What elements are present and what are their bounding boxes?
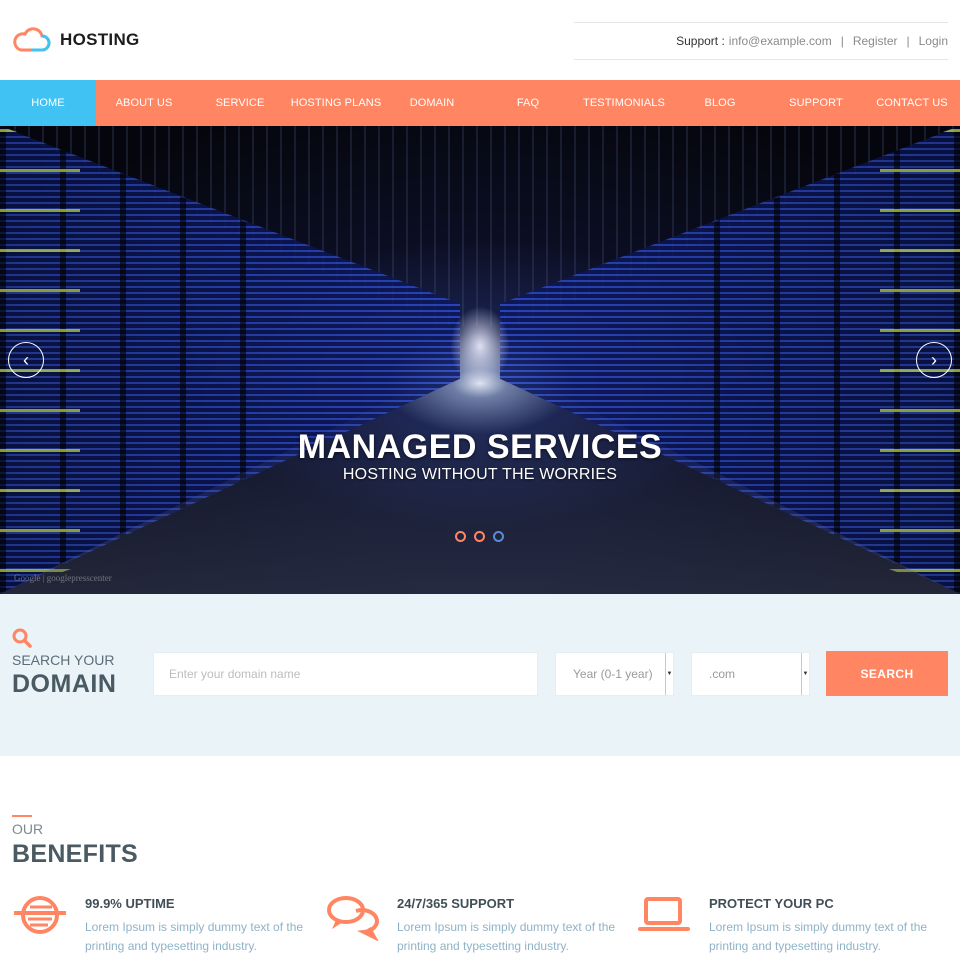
nav-item-testimonials[interactable]: TESTIMONIALS (576, 80, 672, 126)
main-nav: HOME ABOUT US SERVICE HOSTING PLANS DOMA… (0, 80, 960, 126)
slider-pagination (455, 531, 504, 542)
benefits-subtitle: OUR (12, 821, 44, 837)
nav-item-service[interactable]: SERVICE (192, 80, 288, 126)
benefit-title: PROTECT YOUR PC (709, 896, 834, 911)
hero-title: MANAGED SERVICES (297, 428, 663, 466)
benefit-text: Lorem Ipsum is simply dummy text of the … (85, 920, 304, 953)
slider-dot-active[interactable] (493, 531, 504, 542)
nav-item-home[interactable]: HOME (0, 80, 96, 126)
register-link[interactable]: Register (853, 34, 898, 48)
domain-search-subtitle: SEARCH YOUR (12, 652, 115, 668)
nav-item-hosting-plans[interactable]: HOSTING PLANS (288, 80, 384, 126)
year-select[interactable]: Year (0-1 year) ▼ (555, 652, 674, 696)
benefit-text: Lorem Ipsum is simply dummy text of the … (397, 920, 616, 953)
logo-text: HOSTING (60, 30, 140, 49)
chevron-left-icon: ‹ (23, 350, 29, 370)
uptime-icon (14, 896, 66, 934)
separator: | (840, 34, 844, 48)
domain-search-title: DOMAIN (12, 670, 117, 698)
laptop-icon (638, 897, 690, 931)
hero-subtitle: HOSTING WITHOUT THE WORRIES (342, 466, 618, 483)
site-header: HOSTING Support : info@example.com | Reg… (0, 0, 960, 80)
login-link[interactable]: Login (919, 34, 948, 48)
chevron-right-icon: › (931, 350, 937, 370)
hero-slider: ‹ › MANAGED SERVICES HOSTING WITHOUT THE… (0, 126, 960, 594)
top-bar: Support : info@example.com | Register | … (574, 22, 948, 60)
slider-prev-button[interactable]: ‹ (8, 342, 44, 378)
slider-next-button[interactable]: › (916, 342, 952, 378)
benefit-title: 99.9% UPTIME (85, 896, 175, 911)
nav-item-about-us[interactable]: ABOUT US (96, 80, 192, 126)
search-button[interactable]: SEARCH (826, 651, 948, 696)
caret-down-icon: ▼ (665, 653, 673, 695)
year-select-value: Year (0-1 year) (573, 667, 653, 681)
hero-image-light (450, 306, 510, 386)
benefit-item: 99.9% UPTIME Lorem Ipsum is simply dummy… (12, 893, 312, 960)
slider-dot[interactable] (455, 531, 466, 542)
benefits-title: BENEFITS (12, 840, 139, 868)
cloud-icon (13, 27, 51, 52)
support-label: Support : (676, 34, 725, 48)
benefit-item: 24/7/365 SUPPORT Lorem Ipsum is simply d… (324, 893, 624, 960)
caret-down-icon: ▼ (801, 653, 809, 695)
support-email-link[interactable]: info@example.com (729, 34, 832, 48)
logo[interactable]: HOSTING (12, 26, 140, 54)
search-icon (12, 628, 32, 648)
benefit-item: PROTECT YOUR PC Lorem Ipsum is simply du… (636, 893, 936, 960)
nav-item-domain[interactable]: DOMAIN (384, 80, 480, 126)
nav-item-faq[interactable]: FAQ (480, 80, 576, 126)
domain-search-section: SEARCH YOUR DOMAIN Enter your domain nam… (0, 594, 960, 756)
separator: | (906, 34, 910, 48)
chat-bubbles-icon (327, 896, 379, 941)
benefit-text: Lorem Ipsum is simply dummy text of the … (709, 920, 928, 953)
slider-dot[interactable] (474, 531, 485, 542)
nav-item-support[interactable]: SUPPORT (768, 80, 864, 126)
tld-select-value: .com (709, 667, 736, 681)
domain-name-input[interactable]: Enter your domain name (153, 652, 538, 696)
image-credit: Google | googlepresscenter (14, 573, 112, 583)
section-accent-line (12, 815, 32, 817)
nav-item-contact-us[interactable]: CONTACT US (864, 80, 960, 126)
benefit-title: 24/7/365 SUPPORT (397, 896, 515, 911)
nav-item-blog[interactable]: BLOG (672, 80, 768, 126)
tld-select[interactable]: .com ▼ (691, 652, 810, 696)
